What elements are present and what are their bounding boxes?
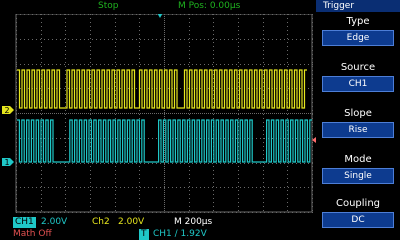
ch2-scale[interactable]: 2.00V [118,217,144,228]
settings-bar: CH1 2.00V Ch2 2.00V M 200µs Math Off T C… [0,214,316,240]
math-status[interactable]: Math Off [13,229,52,240]
ch1-label[interactable]: CH1 [13,217,36,228]
menu-item-coupling[interactable]: Coupling DC [319,195,397,231]
timebase[interactable]: M 200µs [174,217,212,228]
trigger-badge: T [139,229,149,240]
trigger-menu: Trigger Type Edge Source CH1 Slope Rise … [316,0,400,240]
menu-item-value[interactable]: Single [322,168,394,184]
main-position: M Pos: 0.00µs [178,1,241,11]
menu-item-label: Coupling [335,198,381,209]
run-state: Stop [98,1,119,11]
menu-item-label: Mode [344,154,372,165]
status-bar: Stop M Pos: 0.00µs [0,0,316,14]
trigger-info[interactable]: CH1 ∕ 1.92V [153,229,207,240]
menu-item-label: Type [346,16,370,27]
svg-text:1: 1 [5,158,10,167]
menu-item-value[interactable]: Rise [322,122,394,138]
menu-title: Trigger [316,0,400,12]
ch1-scale[interactable]: 2.00V [41,217,67,228]
menu-item-value[interactable]: Edge [322,30,394,46]
menu-item-value[interactable]: DC [322,212,394,228]
menu-item-value[interactable]: CH1 [322,76,394,92]
menu-item-source[interactable]: Source CH1 [319,59,397,95]
menu-item-mode[interactable]: Mode Single [319,151,397,187]
menu-item-label: Slope [344,108,372,119]
menu-item-type[interactable]: Type Edge [319,13,397,49]
menu-item-slope[interactable]: Slope Rise [319,105,397,141]
ch2-label[interactable]: Ch2 [92,217,110,228]
svg-text:2: 2 [5,106,10,115]
menu-item-label: Source [340,62,376,73]
